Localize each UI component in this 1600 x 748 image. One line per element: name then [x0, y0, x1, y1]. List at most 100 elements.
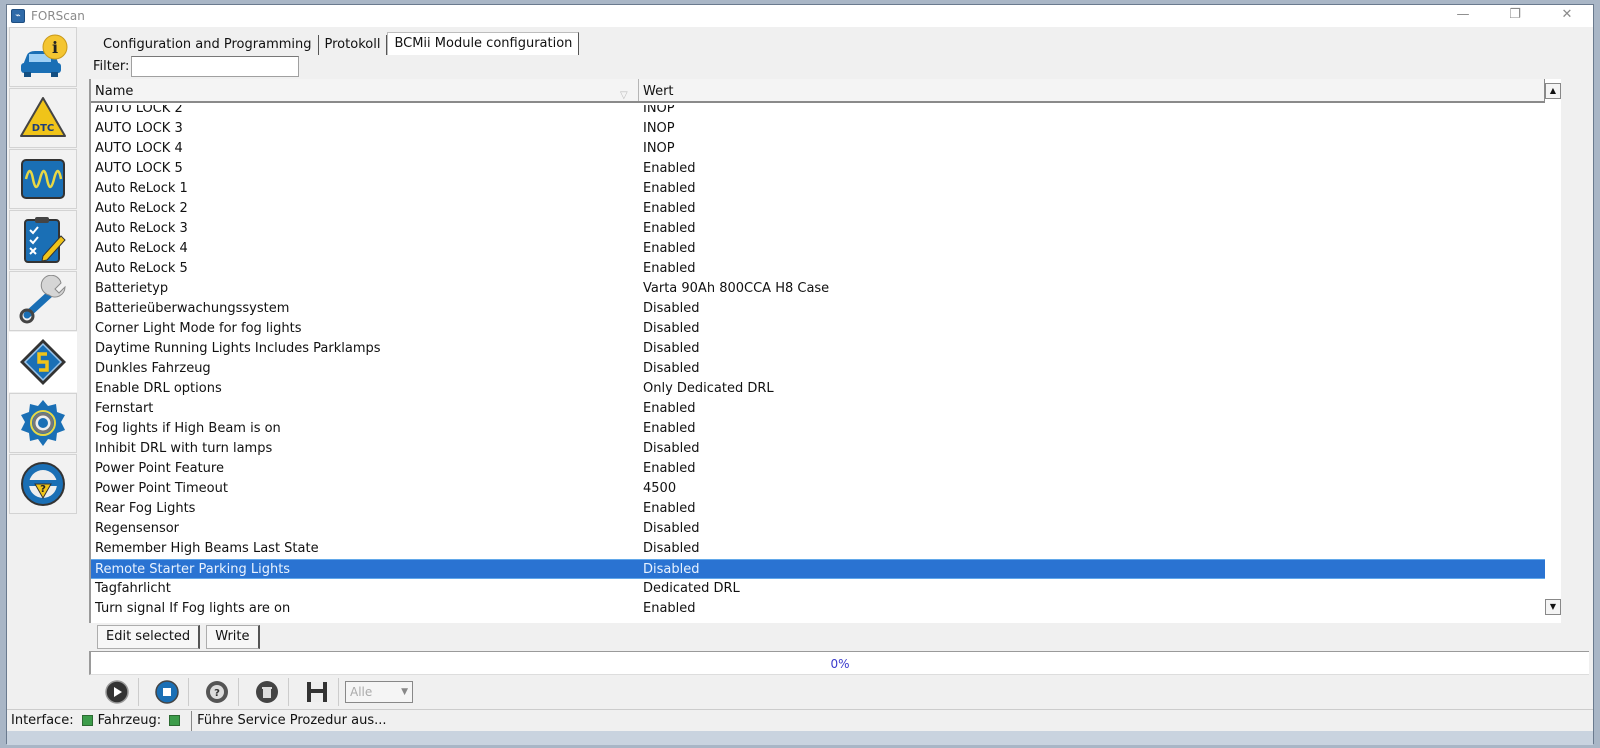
table-row[interactable]: Power Point Feature Enabled — [91, 459, 1545, 479]
sidebar-item-service[interactable] — [9, 271, 77, 331]
vehicle-label: Fahrzeug: — [97, 713, 162, 728]
table-row[interactable]: AUTO LOCK 5 Enabled — [91, 159, 1545, 179]
row-value: Disabled — [643, 321, 700, 336]
delete-icon — [255, 681, 278, 703]
chevron-down-icon: ▼ — [401, 687, 408, 697]
table-row[interactable]: Tagfahrlicht Dedicated DRL — [91, 579, 1545, 599]
row-name: Corner Light Mode for fog lights — [95, 321, 302, 336]
row-name: Turn signal If Fog lights are on — [95, 601, 291, 616]
table-row[interactable]: Remote Starter Parking Lights Disabled — [91, 559, 1545, 579]
column-header-name[interactable]: Name ▽ — [91, 79, 639, 101]
row-value: Enabled — [643, 241, 696, 256]
sidebar-item-settings[interactable] — [9, 393, 77, 453]
chip-icon — [20, 339, 66, 385]
row-name: AUTO LOCK 4 — [95, 141, 183, 156]
table-row[interactable]: AUTO LOCK 3 INOP — [91, 119, 1545, 139]
bottom-toolbar: ? Alle ▼ — [95, 677, 413, 707]
row-name: AUTO LOCK 5 — [95, 161, 183, 176]
table-row[interactable]: Inhibit DRL with turn lamps Disabled — [91, 439, 1545, 459]
row-name: AUTO LOCK 2 — [95, 105, 183, 116]
interface-status-led — [81, 715, 93, 726]
row-name: Remember High Beams Last State — [95, 541, 319, 556]
row-name: Power Point Timeout — [95, 481, 228, 496]
play-button[interactable] — [95, 678, 139, 706]
tab-bcmii-module-configuration[interactable]: BCMii Module configuration — [387, 32, 580, 55]
table-row[interactable]: Rear Fog Lights Enabled — [91, 499, 1545, 519]
table-row[interactable]: Daytime Running Lights Includes Parklamp… — [91, 339, 1545, 359]
log-filter-value: Alle — [350, 685, 373, 699]
table-row[interactable]: Remember High Beams Last State Disabled — [91, 539, 1545, 559]
table-row[interactable]: AUTO LOCK 2 INOP — [91, 105, 1545, 119]
row-value: 4500 — [643, 481, 677, 496]
tab-configuration-and-programming[interactable]: Configuration and Programming — [97, 35, 319, 55]
row-value: Enabled — [643, 601, 696, 616]
table-row[interactable]: Auto ReLock 4 Enabled — [91, 239, 1545, 259]
progress-text: 0% — [830, 657, 850, 671]
row-name: AUTO LOCK 3 — [95, 121, 183, 136]
row-name: Auto ReLock 4 — [95, 241, 188, 256]
sidebar-item-oscilloscope[interactable] — [9, 149, 77, 209]
row-value: Enabled — [643, 501, 696, 516]
sidebar-item-help[interactable]: ? — [9, 454, 77, 514]
table-row[interactable]: Power Point Timeout 4500 — [91, 479, 1545, 499]
row-value: Disabled — [643, 541, 700, 556]
svg-text:i: i — [52, 38, 58, 57]
help-lifebuoy-icon: ? — [205, 681, 228, 703]
title-bar: ⌁ FORScan — ❐ ✕ — [7, 5, 1593, 27]
vertical-scrollbar[interactable]: ▲ ▼ — [1545, 79, 1561, 623]
log-filter-select[interactable]: Alle ▼ — [345, 681, 413, 703]
table-row[interactable]: Turn signal If Fog lights are on Enabled — [91, 599, 1545, 619]
table-row[interactable]: Fog lights if High Beam is on Enabled — [91, 419, 1545, 439]
sidebar-item-tests[interactable] — [9, 210, 77, 270]
row-value: Varta 90Ah 800CCA H8 Case — [643, 281, 830, 296]
column-header-value[interactable]: Wert — [639, 79, 1544, 101]
row-name: Daytime Running Lights Includes Parklamp… — [95, 341, 381, 356]
sidebar-item-dtc[interactable]: DTC — [9, 88, 77, 148]
row-value: Enabled — [643, 201, 696, 216]
tab-protokoll[interactable]: Protokoll — [319, 35, 388, 55]
sidebar-item-configuration[interactable] — [9, 332, 77, 392]
row-name: Tagfahrlicht — [95, 581, 171, 596]
table-row[interactable]: Enable DRL options Only Dedicated DRL — [91, 379, 1545, 399]
help-button[interactable]: ? — [195, 678, 239, 706]
table-row[interactable]: Corner Light Mode for fog lights Disabled — [91, 319, 1545, 339]
scroll-up-icon[interactable]: ▲ — [1545, 83, 1561, 99]
table-row[interactable]: Auto ReLock 3 Enabled — [91, 219, 1545, 239]
table-row[interactable]: Fernstart Enabled — [91, 399, 1545, 419]
table-row[interactable]: Batterietyp Varta 90Ah 800CCA H8 Case — [91, 279, 1545, 299]
window-title: FORScan — [31, 9, 85, 23]
row-value: Enabled — [643, 261, 696, 276]
sort-icon: ▽ — [620, 90, 628, 101]
table-row[interactable]: Auto ReLock 5 Enabled — [91, 259, 1545, 279]
table-row[interactable]: Batterieüberwachungssystem Disabled — [91, 299, 1545, 319]
table-header: Name ▽ Wert — [91, 79, 1545, 103]
sidebar-item-vehicle-info[interactable]: i — [9, 27, 77, 87]
filter-row: Filter: — [89, 55, 300, 77]
delete-button[interactable] — [245, 678, 289, 706]
table-row[interactable]: Regensensor Disabled — [91, 519, 1545, 539]
minimize-button[interactable]: — — [1437, 5, 1489, 27]
table-row[interactable]: Auto ReLock 1 Enabled — [91, 179, 1545, 199]
filter-input[interactable] — [131, 55, 300, 77]
table-row[interactable]: AUTO LOCK 4 INOP — [91, 139, 1545, 159]
table-row[interactable]: Auto ReLock 2 Enabled — [91, 199, 1545, 219]
row-value: Disabled — [643, 441, 700, 456]
edit-selected-button[interactable]: Edit selected — [97, 625, 201, 649]
svg-text:DTC: DTC — [32, 123, 54, 134]
row-name: Batterietyp — [95, 281, 169, 296]
row-value: Disabled — [643, 521, 700, 536]
stop-icon — [154, 680, 179, 704]
stop-button[interactable] — [145, 678, 189, 706]
car-info-icon: i — [21, 34, 68, 77]
row-name: Dunkles Fahrzeug — [95, 361, 211, 376]
restore-button[interactable]: ❐ — [1489, 5, 1541, 27]
status-message: Führe Service Prozedur aus... — [191, 710, 387, 731]
close-button[interactable]: ✕ — [1541, 5, 1593, 27]
scroll-down-icon[interactable]: ▼ — [1545, 599, 1561, 615]
row-value: Enabled — [643, 221, 696, 236]
vehicle-status-led — [169, 715, 181, 726]
save-button[interactable] — [295, 678, 339, 706]
write-button[interactable]: Write — [206, 625, 260, 649]
row-value: Enabled — [643, 161, 696, 176]
table-row[interactable]: Dunkles Fahrzeug Disabled — [91, 359, 1545, 379]
